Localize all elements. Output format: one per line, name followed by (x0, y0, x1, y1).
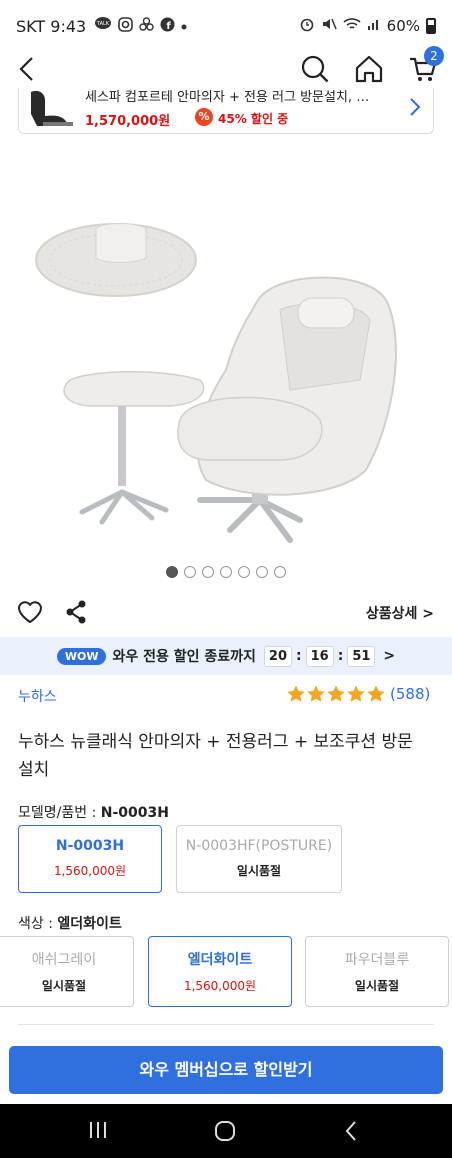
home-button-icon[interactable] (214, 1120, 236, 1142)
gallery-dot[interactable] (166, 566, 178, 578)
cart-count-badge: 2 (424, 46, 444, 66)
wow-text: 와우 전용 할인 종료까지 (112, 649, 256, 665)
chevron-right-icon: > (383, 648, 396, 664)
star-icon (367, 685, 385, 702)
signal-icon (367, 17, 381, 35)
option-name: 애쉬그레이 (31, 952, 97, 968)
gallery-dot[interactable] (238, 566, 250, 578)
option-name: 파우더블루 (344, 952, 410, 968)
divider (18, 1024, 434, 1025)
facebook-icon: f (160, 17, 175, 36)
color-option-powder-blue[interactable]: 파우더블루 일시품절 (305, 936, 449, 1007)
product-actions: 상품상세 > (0, 596, 452, 632)
alarm-icon (299, 16, 315, 36)
timer-separator: : (296, 648, 302, 664)
battery-icon (426, 18, 436, 34)
option-status: 일시품절 (354, 979, 400, 993)
gallery-dot[interactable] (184, 566, 196, 578)
timer-minutes: 16 (305, 645, 334, 667)
option-price: 1,560,000원 (183, 979, 257, 993)
gallery-dot[interactable] (202, 566, 214, 578)
option-name: N-0003H (55, 838, 125, 854)
recent-product-title: 세스파 컴포르테 안마의자 + 전용 러그 방문설치, … (85, 90, 370, 105)
discount-icon: % (195, 108, 213, 126)
mute-icon (321, 16, 337, 36)
search-icon[interactable] (300, 54, 330, 84)
recent-product-thumbnail (23, 88, 79, 132)
model-selected: N-0003H (100, 805, 169, 821)
back-icon[interactable] (14, 54, 42, 84)
product-image-massage-chair[interactable] (30, 210, 422, 555)
recent-product-price: 1,570,000원 (85, 114, 171, 129)
chevron-right-icon[interactable] (407, 96, 423, 118)
color-label-text: 색상 : (18, 916, 53, 932)
recent-apps-icon[interactable] (86, 1120, 110, 1140)
recent-product-discount: 45% 할인 중 (218, 112, 289, 126)
rating-count[interactable]: (588) (390, 685, 430, 703)
product-detail-link[interactable]: 상품상세 > (366, 603, 434, 623)
brand-link[interactable]: 누하스 (18, 686, 57, 706)
system-navigation-bar (0, 1104, 452, 1158)
color-option-elder-white[interactable]: 엘더화이트 1,560,000원 (148, 936, 292, 1007)
option-status: 일시품절 (41, 979, 87, 993)
status-bar: SKT 9:43 TALK f 60% (0, 0, 452, 52)
battery-percent: 60% (386, 17, 420, 35)
model-label-text: 모델명/품번 : (18, 805, 97, 821)
timer-seconds: 51 (347, 645, 376, 667)
recent-product-card[interactable]: 세스파 컴포르테 안마의자 + 전용 러그 방문설치, … 1,570,000원… (18, 88, 434, 134)
option-price: 1,560,000원 (53, 864, 127, 878)
model-option-n0003hf[interactable]: N-0003HF(POSTURE) 일시품절 (176, 825, 342, 893)
back-button-icon[interactable] (344, 1120, 358, 1142)
model-option-n0003h[interactable]: N-0003H 1,560,000원 (18, 825, 162, 893)
pinwheel-icon (139, 16, 154, 36)
gallery-dot[interactable] (256, 566, 268, 578)
gallery-dot[interactable] (274, 566, 286, 578)
color-label: 색상 : 엘더화이트 (18, 913, 122, 933)
dot-icon (181, 19, 187, 34)
home-icon[interactable] (354, 54, 384, 84)
option-name: 엘더화이트 (187, 952, 253, 968)
star-icon (307, 685, 325, 702)
timer-separator: : (337, 648, 344, 664)
svg-text:f: f (167, 21, 172, 32)
gallery-dot[interactable] (220, 566, 232, 578)
svg-text:TALK: TALK (96, 21, 110, 27)
wow-badge: WOW (56, 647, 107, 665)
talk-icon: TALK (94, 17, 112, 35)
option-name: N-0003HF(POSTURE) (185, 838, 333, 854)
gallery-pagination (0, 566, 452, 578)
heart-icon[interactable] (16, 598, 44, 626)
product-title: 누하스 뉴클래식 안마의자 + 전용러그 + 보조쿠션 방문설치 (18, 732, 413, 780)
option-status: 일시품절 (236, 864, 282, 878)
wow-timer-banner[interactable]: WOW 와우 전용 할인 종료까지 20 : 16 : 51 > (0, 637, 452, 675)
wifi-icon (343, 17, 361, 35)
color-option-ash-gray[interactable]: 애쉬그레이 일시품절 (0, 936, 134, 1007)
star-icon (347, 685, 365, 702)
stars-container (286, 684, 386, 704)
model-label: 모델명/품번 : N-0003H (18, 802, 169, 822)
timer-hours: 20 (263, 645, 292, 667)
color-selected: 엘더화이트 (57, 916, 122, 932)
share-icon[interactable] (64, 598, 88, 626)
top-nav (0, 52, 452, 88)
star-icon (327, 685, 345, 702)
star-icon (287, 685, 305, 702)
instagram-icon (118, 16, 134, 36)
status-time: SKT 9:43 (16, 16, 87, 36)
rating-stars[interactable]: (588) (286, 684, 430, 704)
wow-discount-button[interactable]: 와우 멤버십으로 할인받기 (9, 1046, 443, 1094)
